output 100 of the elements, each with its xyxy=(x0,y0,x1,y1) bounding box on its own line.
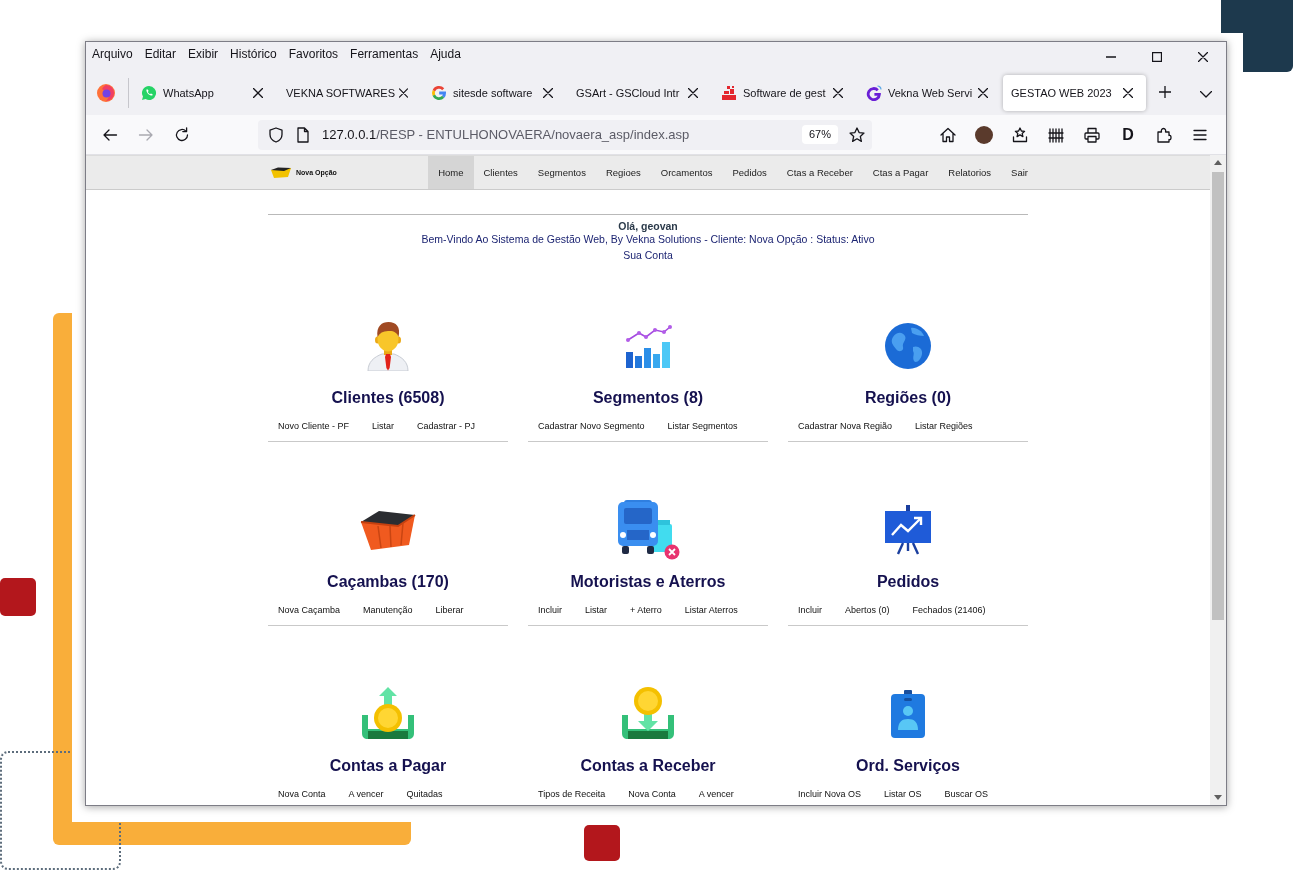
module-link[interactable]: Listar Regiões xyxy=(915,420,973,433)
scroll-down-icon[interactable] xyxy=(1214,795,1222,800)
nav-link[interactable]: Sair xyxy=(1001,156,1038,189)
star-tray-icon[interactable] xyxy=(1012,126,1028,143)
module-title[interactable]: Contas a Receber xyxy=(580,756,716,776)
shield-icon[interactable] xyxy=(268,126,284,143)
module-title[interactable]: Contas a Pagar xyxy=(329,756,447,776)
browser-tab[interactable]: GSArt - GSCloud Intr xyxy=(568,75,711,111)
presentation-icon xyxy=(883,505,933,555)
module-link[interactable]: Cadastrar Nova Região xyxy=(798,420,893,433)
module-link[interactable]: Listar Segmentos xyxy=(667,420,738,433)
star-icon[interactable] xyxy=(849,126,865,143)
home-icon[interactable] xyxy=(940,126,956,143)
nav-link[interactable]: Home xyxy=(428,156,474,189)
close-icon[interactable] xyxy=(833,88,843,98)
module-link[interactable]: Incluir Nova OS xyxy=(798,788,862,801)
person-icon xyxy=(366,321,410,371)
close-icon[interactable] xyxy=(253,88,263,98)
extension-button[interactable]: D xyxy=(1122,126,1134,143)
nav-link[interactable]: Ctas a Receber xyxy=(776,156,863,189)
browser-tab[interactable]: Vekna Web Servi xyxy=(858,75,1001,111)
menu-item[interactable]: Histórico xyxy=(230,47,277,61)
browser-tab[interactable]: WhatsApp xyxy=(133,75,276,111)
globe-icon xyxy=(885,323,931,369)
browser-logo-icon[interactable] xyxy=(97,84,115,102)
address-field[interactable]: 127.0.0.1/RESP - ENTULHONOVAERA/novaera_asp/index.asp 67% xyxy=(258,119,872,150)
maximize-icon[interactable] xyxy=(1152,51,1162,62)
browser-tab[interactable]: Software de gest xyxy=(713,75,856,111)
module-link[interactable]: Manutenção xyxy=(363,604,413,617)
module-link[interactable]: Listar OS xyxy=(884,788,922,801)
coin-arrow-down-icon xyxy=(619,687,677,741)
plus-icon[interactable] xyxy=(1159,86,1171,98)
bar-chart-icon xyxy=(624,324,672,368)
module-link[interactable]: Incluir xyxy=(538,604,562,617)
menu-item[interactable]: Editar xyxy=(144,47,177,61)
module-link[interactable]: Novo Cliente - PF xyxy=(278,420,350,433)
url-text[interactable]: 127.0.0.1/RESP - ENTULHONOVAERA/novaera_asp/index.asp xyxy=(322,127,690,142)
minimize-icon[interactable] xyxy=(1106,55,1116,58)
g-logo-icon xyxy=(431,85,447,101)
reload-icon[interactable] xyxy=(174,126,190,143)
module-link[interactable]: Tipos de Receita xyxy=(538,788,606,801)
close-icon[interactable] xyxy=(1123,88,1133,98)
module-link[interactable]: Cadastrar - PJ xyxy=(417,420,476,433)
module-link[interactable]: Incluir xyxy=(798,604,822,617)
zoom-button[interactable]: 67% xyxy=(801,125,838,144)
module-link[interactable]: Abertos (0) xyxy=(845,604,890,617)
module-link[interactable]: Buscar OS xyxy=(944,788,989,801)
module-title[interactable]: Caçambas (170) xyxy=(327,572,449,592)
module-title[interactable]: Segmentos (8) xyxy=(592,388,704,408)
module-link[interactable]: A vencer xyxy=(698,788,734,801)
module-title[interactable]: Clientes (6508) xyxy=(331,388,445,408)
module-link[interactable]: Nova Conta xyxy=(628,788,676,801)
menu-item[interactable]: Favoritos xyxy=(288,47,339,61)
close-icon[interactable] xyxy=(1198,51,1208,62)
module-title[interactable]: Regiões (0) xyxy=(864,388,952,408)
close-icon[interactable] xyxy=(688,88,698,98)
puzzle-icon[interactable] xyxy=(1156,126,1172,143)
account-link[interactable]: Sua Conta xyxy=(623,249,673,262)
module-link[interactable]: Fechados (21406) xyxy=(912,604,986,617)
blocks-icon xyxy=(721,85,737,101)
module-link[interactable]: A vencer xyxy=(348,788,384,801)
close-icon[interactable] xyxy=(978,88,988,98)
module-link[interactable]: Quitadas xyxy=(406,788,443,801)
nav-link[interactable]: Regioes xyxy=(595,156,651,189)
greeting-text: Olá, geovan xyxy=(618,220,678,233)
module-link[interactable]: Cadastrar Novo Segmento xyxy=(538,420,645,433)
nav-link[interactable]: Pedidos xyxy=(722,156,777,189)
module-link[interactable]: Liberar xyxy=(435,604,464,617)
browser-tab[interactable]: sitesde software xyxy=(423,75,566,111)
chevron-down-icon[interactable] xyxy=(1200,91,1212,98)
page-icon[interactable] xyxy=(295,126,311,143)
nav-link[interactable]: Ctas a Pagar xyxy=(862,156,939,189)
dumpster-icon xyxy=(358,508,418,552)
close-icon[interactable] xyxy=(543,88,553,98)
module-title[interactable]: Pedidos xyxy=(876,572,940,592)
module-title[interactable]: Ord. Serviços xyxy=(855,756,960,776)
module-link[interactable]: + Aterro xyxy=(630,604,662,617)
bars-icon[interactable] xyxy=(1048,126,1064,143)
menu-item[interactable]: Ferramentas xyxy=(350,47,419,61)
menu-item[interactable]: Ajuda xyxy=(430,47,461,61)
scrollbar-thumb[interactable] xyxy=(1212,172,1224,620)
nav-link[interactable]: Orcamentos xyxy=(650,156,723,189)
module-link[interactable]: Listar xyxy=(585,604,608,617)
printer-icon[interactable] xyxy=(1084,126,1100,143)
browser-tab[interactable]: GESTAO WEB 2023 xyxy=(1003,75,1146,111)
avatar-icon[interactable] xyxy=(975,125,993,144)
nav-link[interactable]: Relatorios xyxy=(938,156,1002,189)
browser-tab[interactable]: VEKNA SOFTWARES xyxy=(278,75,421,111)
scroll-up-icon[interactable] xyxy=(1214,160,1222,165)
nav-link[interactable]: Segmentos xyxy=(527,156,596,189)
module-link[interactable]: Nova Conta xyxy=(278,788,326,801)
close-icon[interactable] xyxy=(399,88,408,98)
menu-item[interactable]: Arquivo xyxy=(92,47,133,61)
dumpster-logo-icon xyxy=(270,166,292,179)
module-title[interactable]: Motoristas e Aterros xyxy=(570,572,726,592)
module-link[interactable]: Listar Aterros xyxy=(684,604,738,617)
module-link[interactable]: Nova Caçamba xyxy=(278,604,341,617)
module-link[interactable]: Listar xyxy=(372,420,395,433)
nav-link[interactable]: Clientes xyxy=(473,156,528,189)
menu-item[interactable]: Exibir xyxy=(188,47,219,61)
